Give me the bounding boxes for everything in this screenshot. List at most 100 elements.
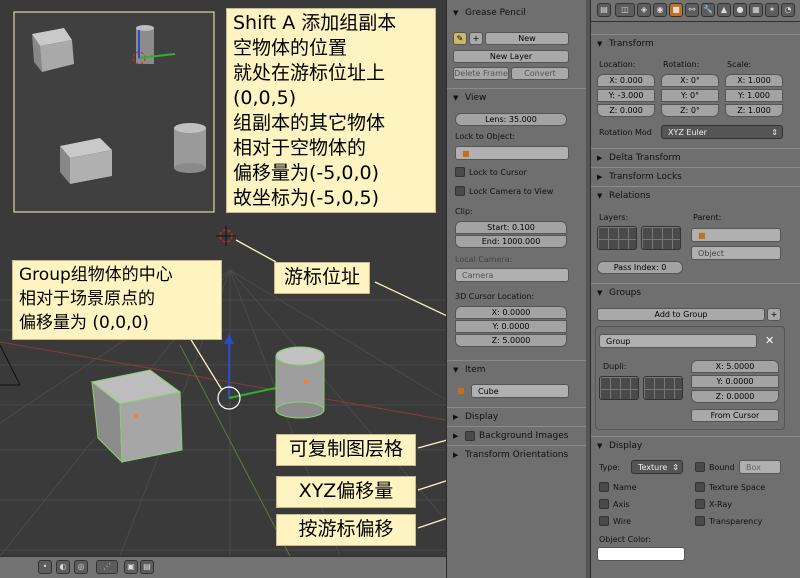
- viewport-properties-panel: ▼ Grease Pencil ✎ + New New Layer Delete…: [446, 0, 586, 578]
- panel-transform[interactable]: ▼ Transform: [591, 34, 800, 52]
- cursor-y-field[interactable]: Y: 0.0000: [455, 320, 567, 333]
- delete-frame-button[interactable]: Delete Frame: [453, 67, 509, 80]
- panel-display-collapsed[interactable]: ▶ Display: [447, 407, 586, 425]
- panel-title: View: [465, 93, 487, 103]
- name-checkbox[interactable]: [599, 482, 609, 492]
- scale-y-field[interactable]: Y: 1.000: [725, 89, 783, 102]
- 3d-viewport[interactable]: Shift A 添加组副本 空物体的位置 就处在游标位址上 (0,0,5) 组副…: [0, 0, 446, 556]
- constraints-tab-icon[interactable]: ⚯: [685, 3, 699, 17]
- panel-item[interactable]: ▼ Item: [447, 360, 586, 378]
- dupli-offset-y-field[interactable]: Y: 0.0000: [691, 375, 779, 388]
- panel-transform-orientations[interactable]: ▶ Transform Orientations: [447, 445, 586, 463]
- camera-icon[interactable]: ▣: [124, 560, 138, 574]
- bound-type-select[interactable]: Box: [739, 460, 781, 474]
- cursor-z-field[interactable]: Z: 5.0000: [455, 334, 567, 347]
- expand-triangle-icon: ▼: [453, 94, 459, 102]
- lock-to-cursor-checkbox[interactable]: [455, 167, 465, 177]
- lock-object-field[interactable]: ■: [455, 146, 569, 160]
- parent-type-select[interactable]: Object: [691, 246, 781, 260]
- world-tab-icon[interactable]: ◉: [653, 3, 667, 17]
- dupli-layers-grid-right[interactable]: [643, 376, 683, 400]
- new-layer-button[interactable]: New Layer: [453, 50, 569, 63]
- panel-object-display[interactable]: ▼ Display: [591, 436, 800, 454]
- expand-triangle-icon: ▼: [597, 289, 603, 297]
- xray-checkbox[interactable]: [695, 499, 705, 509]
- panel-title: Groups: [609, 288, 642, 298]
- properties-header: ▤ ◫ ◈ ◉ ■ ⚯ 🔧 ▲ ● ▦ ✶ ◔: [591, 0, 800, 22]
- top-annotation: Shift A 添加组副本 空物体的位置 就处在游标位址上 (0,0,5) 组副…: [226, 8, 436, 213]
- layers-grid-left[interactable]: [597, 226, 637, 250]
- pass-index-field[interactable]: Pass Index: 0: [597, 261, 683, 274]
- rotation-x-field[interactable]: X: 0°: [661, 74, 719, 87]
- lens-field[interactable]: Lens: 35.000: [455, 113, 567, 126]
- dupli-offset-x-field[interactable]: X: 5.0000: [691, 360, 779, 373]
- display-type-select[interactable]: Texture ⇕: [631, 460, 683, 474]
- dupli-offset-z-field[interactable]: Z: 0.0000: [691, 390, 779, 403]
- scale-x-field[interactable]: X: 1.000: [725, 74, 783, 87]
- panel-transform-locks[interactable]: ▶ Transform Locks: [591, 167, 800, 185]
- scale-z-field[interactable]: Z: 1.000: [725, 104, 783, 117]
- wire-label: Wire: [613, 517, 631, 526]
- location-z-field[interactable]: Z: 0.000: [597, 104, 655, 117]
- dot-icon[interactable]: •: [38, 560, 52, 574]
- transparency-checkbox[interactable]: [695, 516, 705, 526]
- properties-editor-icon[interactable]: ▤: [597, 3, 611, 17]
- physics-tab-icon[interactable]: ◔: [781, 3, 795, 17]
- panel-grease-pencil[interactable]: ▼ Grease Pencil: [447, 4, 586, 22]
- panel-delta-transform[interactable]: ▶ Delta Transform: [591, 148, 800, 166]
- lock-camera-checkbox[interactable]: [455, 186, 465, 196]
- render-tab-icon[interactable]: ◫: [615, 3, 635, 17]
- particles-tab-icon[interactable]: ✶: [765, 3, 779, 17]
- name-label: Name: [613, 483, 637, 492]
- from-cursor-button[interactable]: From Cursor: [691, 409, 779, 422]
- annotation-line: Shift A 添加组副本: [233, 12, 397, 34]
- viewport-header: • ◐ ◎ ⋰ ▣ ▤: [0, 556, 446, 578]
- object-color-swatch[interactable]: [597, 547, 685, 561]
- layers-grid-right[interactable]: [641, 226, 681, 250]
- background-images-checkbox[interactable]: [465, 431, 475, 441]
- cube-icon: ■: [698, 231, 706, 240]
- texture-tab-icon[interactable]: ▦: [749, 3, 763, 17]
- add-group-icon[interactable]: +: [767, 308, 781, 321]
- panel-background-images[interactable]: ▶ Background Images: [447, 426, 586, 444]
- shading-icon[interactable]: ◐: [56, 560, 70, 574]
- group-name-field[interactable]: Group: [599, 334, 757, 348]
- location-y-field[interactable]: Y: -3.000: [597, 89, 655, 102]
- clip-start-field[interactable]: Start: 0.100: [455, 221, 567, 234]
- data-tab-icon[interactable]: ▲: [717, 3, 731, 17]
- modifiers-tab-icon[interactable]: 🔧: [701, 3, 715, 17]
- item-name-field[interactable]: Cube: [471, 384, 569, 398]
- parent-field[interactable]: ■: [691, 228, 781, 242]
- material-tab-icon[interactable]: ●: [733, 3, 747, 17]
- cylinder-object-icon: [275, 346, 325, 419]
- manipulator-icon[interactable]: ⋰: [96, 560, 118, 574]
- panel-groups[interactable]: ▼ Groups: [591, 283, 800, 301]
- panel-relations[interactable]: ▼ Relations: [591, 186, 800, 204]
- pencil-icon[interactable]: ✎: [453, 32, 467, 45]
- render-icon[interactable]: ▤: [140, 560, 154, 574]
- location-x-field[interactable]: X: 0.000: [597, 74, 655, 87]
- add-to-group-button[interactable]: Add to Group: [597, 308, 765, 321]
- rotation-z-field[interactable]: Z: 0°: [661, 104, 719, 117]
- axis-checkbox[interactable]: [599, 499, 609, 509]
- cursor-x-field[interactable]: X: 0.0000: [455, 306, 567, 319]
- rotation-y-field[interactable]: Y: 0°: [661, 89, 719, 102]
- panel-view[interactable]: ▼ View: [447, 88, 586, 106]
- pivot-icon[interactable]: ◎: [74, 560, 88, 574]
- bound-checkbox[interactable]: [695, 462, 705, 472]
- dupli-label: Dupli:: [603, 362, 627, 371]
- object-tab-icon[interactable]: ■: [669, 3, 683, 17]
- wire-checkbox[interactable]: [599, 516, 609, 526]
- clip-end-field[interactable]: End: 1000.000: [455, 235, 567, 248]
- remove-group-icon[interactable]: ✕: [765, 334, 774, 347]
- convert-button[interactable]: Convert: [511, 67, 569, 80]
- local-camera-field[interactable]: Camera: [455, 268, 569, 282]
- annotation-line: 故坐标为(-5,0,5): [233, 187, 380, 209]
- new-grease-button[interactable]: New: [485, 32, 569, 45]
- scene-tab-icon[interactable]: ◈: [637, 3, 651, 17]
- 3d-cursor-icon: [216, 226, 236, 246]
- rotation-mode-select[interactable]: XYZ Euler ⇕: [661, 125, 783, 139]
- texture-space-checkbox[interactable]: [695, 482, 705, 492]
- add-icon[interactable]: +: [469, 32, 483, 45]
- dupli-layers-grid-left[interactable]: [599, 376, 639, 400]
